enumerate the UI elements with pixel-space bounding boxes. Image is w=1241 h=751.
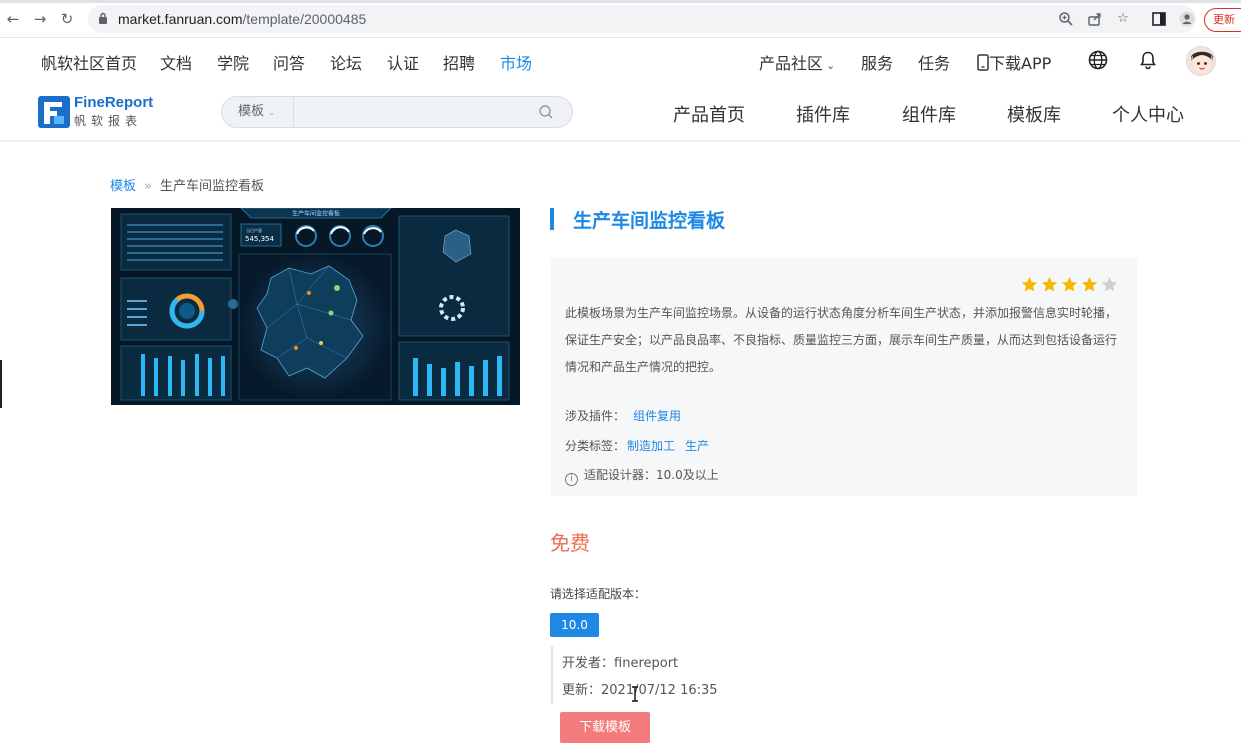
nav-product-home[interactable]: 产品首页	[673, 101, 745, 127]
plugins-row: 涉及插件： 组件复用	[565, 407, 681, 424]
nav-qa[interactable]: 问答	[273, 50, 305, 74]
updated-value: 2021/07/12 16:35	[601, 683, 718, 698]
star-filled-icon	[1041, 276, 1058, 292]
nav-certification[interactable]: 认证	[387, 50, 419, 74]
search-scope-select[interactable]: 模板 ⌄	[222, 97, 294, 127]
avatar[interactable]	[1186, 46, 1216, 76]
logo-name: FineReport	[74, 94, 154, 111]
nav-template-library[interactable]: 模板库	[1007, 101, 1061, 127]
search-bar: 模板 ⌄	[221, 96, 573, 128]
download-template-button[interactable]: 下载模板	[560, 712, 650, 743]
template-preview-image[interactable]: 生产车间监控看板 当日产量 545,354	[111, 208, 520, 405]
svg-text:生产车间监控看板: 生产车间监控看板	[292, 210, 340, 218]
chevron-down-icon: ⌄	[268, 108, 276, 118]
bookmark-star-icon[interactable]: ☆	[1115, 11, 1131, 27]
tags-label: 分类标签：	[565, 439, 626, 453]
info-icon: i	[565, 473, 578, 486]
dashboard-thumbnail: 生产车间监控看板 当日产量 545,354	[111, 208, 520, 405]
search-input[interactable]	[296, 99, 526, 125]
nav-market[interactable]: 市场	[500, 50, 532, 74]
nav-forum[interactable]: 论坛	[330, 50, 362, 74]
search-icon[interactable]	[538, 104, 554, 120]
designer-row: i 适配设计器：10.0及以上	[565, 466, 719, 486]
tags-row: 分类标签： 制造加工 生产	[565, 437, 709, 454]
template-description: 此模板场景为生产车间监控场景。从设备的运行状态角度分析车间生产状态，并添加报警信…	[565, 306, 1118, 374]
url-path: /template/20000485	[242, 11, 367, 27]
star-filled-icon	[1061, 276, 1078, 292]
globe-icon[interactable]	[1088, 50, 1108, 70]
nav-product-community-label: 产品社区	[759, 54, 824, 73]
tag-link[interactable]: 制造加工	[627, 439, 675, 453]
update-button[interactable]: 更新	[1204, 8, 1241, 32]
forward-arrow-icon[interactable]: →	[31, 10, 49, 28]
template-title: 生产车间监控看板	[573, 210, 726, 232]
breadcrumb-root[interactable]: 模板	[110, 179, 136, 194]
side-panel-icon[interactable]	[1151, 11, 1167, 27]
breadcrumb-separator: »	[144, 179, 152, 194]
community-nav: 帆软社区首页 文档 学院 问答 论坛 认证 招聘 市场 产品社区 ⌄ 服务 任务 …	[0, 38, 1241, 82]
text-cursor-icon	[632, 686, 638, 702]
url-text: market.fanruan.com/template/20000485	[118, 11, 366, 27]
lock-icon	[99, 12, 107, 24]
nav-jobs[interactable]: 招聘	[443, 50, 475, 74]
rating-stars	[1018, 276, 1118, 294]
star-empty-icon	[1101, 276, 1118, 292]
search-scope-label: 模板	[238, 104, 265, 119]
title-accent-bar	[550, 208, 554, 230]
svg-text:545,354: 545,354	[245, 235, 274, 243]
page-edge-marker	[0, 360, 2, 408]
star-filled-icon	[1021, 276, 1038, 292]
nav-download-app-label: 下载APP	[989, 54, 1052, 73]
updated-label: 更新：	[562, 683, 602, 698]
back-arrow-icon[interactable]: ←	[4, 10, 22, 28]
svg-text:当日产量: 当日产量	[246, 227, 262, 233]
product-nav: FineReport 帆软报表 模板 ⌄ 产品首页 插件库 组件库 模板库 个人中…	[0, 82, 1241, 142]
tab-strip-edge	[0, 0, 1241, 3]
nav-plugin-library[interactable]: 插件库	[796, 101, 850, 127]
developer-line: 开发者：finereport	[562, 652, 678, 671]
tag-link[interactable]: 生产	[685, 439, 709, 453]
nav-services[interactable]: 服务	[861, 50, 893, 74]
nav-download-app[interactable]: 下载APP	[977, 50, 1051, 74]
phone-icon	[977, 54, 989, 71]
price: 免费	[550, 531, 590, 555]
profile-icon[interactable]	[1179, 11, 1195, 27]
version-option-button[interactable]: 10.0	[550, 613, 599, 637]
finereport-logo[interactable]: FineReport 帆软报表	[38, 94, 158, 130]
breadcrumb-current: 生产车间监控看板	[159, 179, 264, 194]
bell-icon[interactable]	[1138, 50, 1158, 70]
browser-toolbar: ← → ↻ market.fanruan.com/template/200004…	[0, 0, 1241, 38]
nav-community-home[interactable]: 帆软社区首页	[41, 50, 137, 74]
plugin-link[interactable]: 组件复用	[633, 409, 681, 423]
star-filled-icon	[1081, 276, 1098, 292]
plugins-label: 涉及插件：	[565, 409, 626, 423]
developer-divider	[551, 646, 553, 704]
nav-product-community[interactable]: 产品社区 ⌄	[759, 50, 835, 74]
nav-academy[interactable]: 学院	[217, 50, 249, 74]
nav-component-library[interactable]: 组件库	[902, 101, 956, 127]
share-icon[interactable]	[1087, 11, 1103, 27]
finereport-logo-mark	[38, 96, 70, 128]
zoom-icon[interactable]	[1058, 11, 1074, 27]
reload-icon[interactable]: ↻	[58, 10, 76, 28]
developer-name: finereport	[614, 656, 679, 671]
designer-label: 适配设计器：	[584, 468, 657, 482]
breadcrumb: 模板 » 生产车间监控看板	[110, 175, 264, 194]
version-prompt: 请选择适配版本：	[550, 587, 647, 601]
address-bar[interactable]: market.fanruan.com/template/20000485	[88, 5, 1196, 33]
developer-label: 开发者：	[562, 656, 615, 671]
designer-value: 10.0及以上	[656, 468, 719, 482]
logo-cn: 帆软报表	[74, 114, 143, 128]
nav-tasks[interactable]: 任务	[918, 50, 950, 74]
nav-docs[interactable]: 文档	[160, 50, 192, 74]
chevron-down-icon: ⌄	[826, 59, 836, 72]
nav-personal-center[interactable]: 个人中心	[1112, 101, 1184, 127]
url-host: market.fanruan.com	[118, 11, 243, 27]
template-info-card: 此模板场景为生产车间监控场景。从设备的运行状态角度分析车间生产状态，并添加报警信…	[551, 258, 1137, 496]
